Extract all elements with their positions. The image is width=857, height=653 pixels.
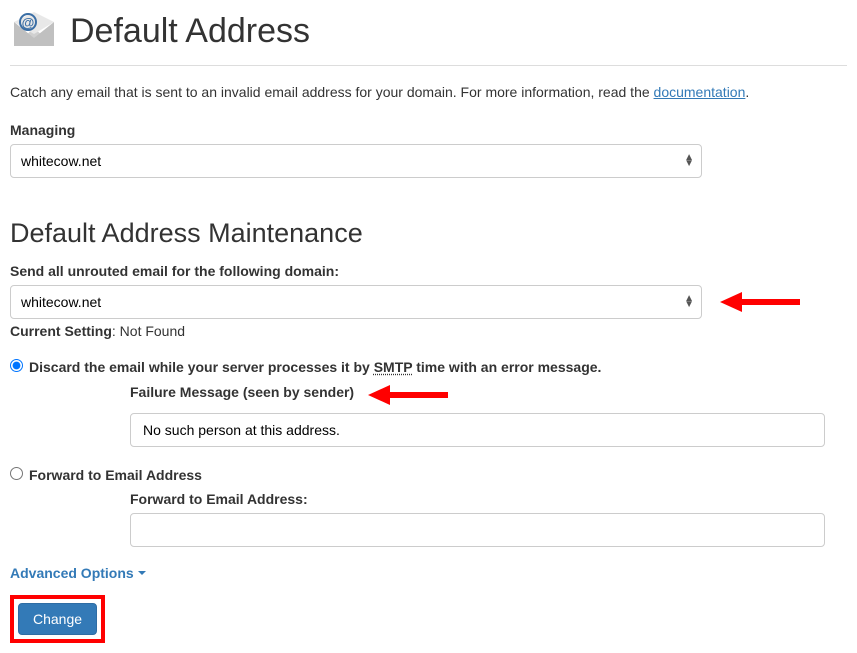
managing-section: Managing whitecow.net ▲▼ bbox=[10, 122, 702, 178]
discard-radio[interactable] bbox=[10, 359, 23, 372]
svg-text:@: @ bbox=[22, 15, 35, 30]
change-button[interactable]: Change bbox=[18, 603, 97, 635]
intro-text: Catch any email that is sent to an inval… bbox=[10, 84, 847, 100]
discard-label: Discard the email while your server proc… bbox=[29, 359, 601, 375]
advanced-label: Advanced Options bbox=[10, 565, 134, 581]
arrow-left-icon bbox=[368, 383, 448, 407]
forward-radio[interactable] bbox=[10, 467, 23, 480]
forward-email-input[interactable] bbox=[130, 513, 825, 547]
intro-suffix: . bbox=[745, 84, 749, 100]
smtp-abbr: SMTP bbox=[374, 359, 413, 375]
advanced-options-toggle[interactable]: Advanced Options bbox=[10, 565, 146, 581]
current-setting: Current Setting: Not Found bbox=[10, 323, 847, 339]
page-title: Default Address bbox=[70, 12, 310, 51]
forward-block: Forward to Email Address: bbox=[130, 491, 847, 547]
intro-prefix: Catch any email that is sent to an inval… bbox=[10, 84, 654, 100]
failure-block: Failure Message (seen by sender) bbox=[130, 383, 847, 447]
managing-label: Managing bbox=[10, 122, 702, 138]
failure-message-input[interactable] bbox=[130, 413, 825, 447]
domain-select[interactable]: whitecow.net bbox=[10, 285, 702, 319]
arrow-left-icon bbox=[720, 290, 800, 314]
failure-label: Failure Message (seen by sender) bbox=[130, 384, 354, 400]
current-setting-value: : Not Found bbox=[112, 323, 185, 339]
page-header: @ Default Address bbox=[10, 10, 847, 66]
forward-sub-label: Forward to Email Address: bbox=[130, 491, 847, 507]
documentation-link[interactable]: documentation bbox=[654, 84, 746, 100]
change-button-highlight: Change bbox=[10, 595, 105, 643]
managing-select[interactable]: whitecow.net bbox=[10, 144, 702, 178]
forward-label: Forward to Email Address bbox=[29, 467, 202, 483]
forward-radio-row: Forward to Email Address bbox=[10, 465, 847, 483]
current-setting-label: Current Setting bbox=[10, 323, 112, 339]
caret-down-icon bbox=[138, 571, 146, 575]
domain-label: Send all unrouted email for the followin… bbox=[10, 263, 847, 279]
discard-radio-row: Discard the email while your server proc… bbox=[10, 357, 847, 375]
email-icon: @ bbox=[10, 10, 58, 53]
maintenance-title: Default Address Maintenance bbox=[10, 218, 847, 249]
